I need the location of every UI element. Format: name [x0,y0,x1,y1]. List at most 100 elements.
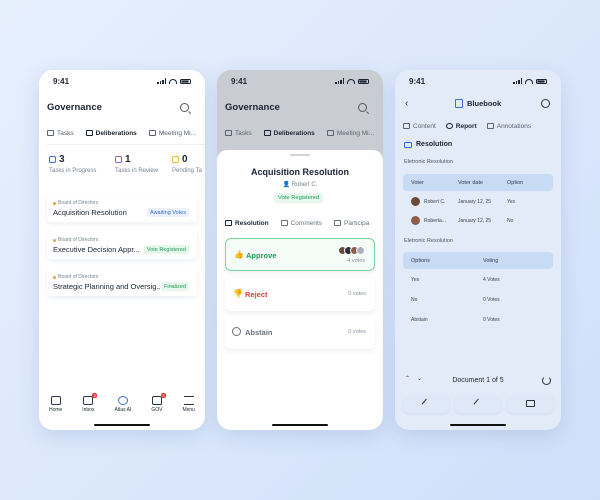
status-bar: 9:41 [217,70,383,92]
tab-participants[interactable]: Participa [334,216,369,230]
tab-report[interactable]: Report [445,119,477,135]
sheet-handle[interactable] [290,154,310,156]
nav-menu[interactable]: Menu [182,396,195,418]
status-bar: 9:41 [395,70,561,92]
stat-in-progress[interactable]: 3 Tasks in Progress [49,154,96,174]
tasks-icon [47,130,54,136]
status-badge: Awaiting Votes [147,208,189,217]
avatar [411,197,420,206]
wifi-icon [525,78,533,84]
nav-gov[interactable]: 3 GOV [151,393,166,418]
nav-inbox[interactable]: 2 Inbox [82,393,98,418]
stat-pending[interactable]: 0 Pending Ta [172,154,205,174]
comment-icon [525,400,535,407]
tab-content[interactable]: Content [403,119,436,133]
highlight-button[interactable] [455,396,501,413]
vote-option-approve[interactable]: 👍 Approve 4 votes [225,238,375,271]
participants-icon [334,220,342,226]
tab-tasks[interactable]: Tasks [47,126,74,140]
history-icon[interactable] [541,99,550,108]
inbox-icon: 2 [83,393,98,405]
tab-annotations[interactable]: Annotations [486,119,531,133]
highlighter-icon [473,398,483,409]
mail-icon [404,141,412,148]
section-title: Resolution [416,141,453,148]
wifi-icon [347,78,355,84]
comment-button[interactable] [507,396,553,413]
edit-button[interactable] [403,396,449,413]
phone-bluebook-report: 9:41 ‹ Bluebook Content Report Annotatio… [395,70,561,430]
refresh-icon[interactable] [542,376,551,385]
menu-icon [183,396,194,405]
org-dot-icon [53,238,56,242]
deliberation-card[interactable]: Board of Directors Acquisition Resolutio… [47,194,197,222]
ai-icon [117,396,128,405]
avatar [411,216,420,225]
tab-bar: Content Report Annotations [403,119,561,135]
clock-icon [445,123,453,129]
tab-bar: Tasks Deliberations Meeting Mi... [225,126,383,142]
table-row: Abstain 0 Votes [411,317,500,323]
pencil-icon [421,398,431,409]
tab-deliberations[interactable]: Deliberations [263,126,316,142]
thumbs-down-icon: 👎 [233,289,243,298]
tab-resolution[interactable]: Resolution [225,216,269,230]
card-title: Acquisition Resolution [53,208,127,217]
stat-in-review[interactable]: 1 Tasks in Review [115,154,158,174]
status-time: 9:41 [231,76,248,86]
tab-meeting-minutes[interactable]: Meeting Mi... [326,126,374,140]
search-icon[interactable] [358,103,367,112]
battery-icon [358,78,369,84]
status-badge: Finalized [160,282,189,291]
card-title: Executive Decision Appr... [53,245,140,254]
sheet-tab-bar: Resolution Comments Participa [225,216,383,230]
wifi-icon [169,78,177,84]
nav-atlas-ai[interactable]: Atlas AI [114,396,131,418]
tab-meeting-minutes[interactable]: Meeting Mi... [148,126,196,140]
avatar [356,246,365,255]
vote-count: 4 votes [347,258,365,264]
tasks-icon [225,130,232,136]
vote-status-pill: Vote Registered [274,193,324,203]
resolution-icon [225,220,232,226]
pending-icon [172,156,179,163]
deliberations-icon [85,130,93,136]
thumbs-up-icon: 👍 [234,250,244,259]
battery-icon [536,78,547,84]
review-icon [115,156,122,163]
minutes-icon [148,130,156,136]
deliberation-card[interactable]: Board of Directors Strategic Planning an… [47,268,197,296]
voter-avatars [338,246,365,255]
vote-count: 0 votes [348,291,366,297]
subsection-label: Eletronic Resolution [404,159,453,165]
signal-icon [157,78,166,84]
vote-option-reject[interactable]: 👎 Reject 0 votes [225,278,375,311]
nav-home[interactable]: Home [49,396,62,418]
tab-comments[interactable]: Comments [280,216,322,230]
progress-icon [49,156,56,163]
comments-icon [280,220,288,226]
search-icon[interactable] [180,103,189,112]
home-indicator [272,423,328,426]
battery-icon [180,78,191,84]
minutes-icon [326,130,334,136]
page-title: Governance [47,102,102,113]
pen-icon [486,123,494,129]
deliberations-icon [263,130,271,136]
divider [47,144,205,145]
home-icon [50,396,61,405]
tab-bar: Tasks Deliberations Meeting Mi... [47,126,205,142]
table-row: Robert C. January 12, 25 Yes [403,193,553,210]
tab-deliberations[interactable]: Deliberations [85,126,138,142]
table-header: Options Voting [403,252,553,269]
table-row: No 0 Votes [411,297,500,303]
gov-icon: 3 [151,393,166,405]
inbox-count-badge: 2 [92,393,98,398]
back-chevron-icon[interactable]: ‹ [405,98,408,109]
vote-option-abstain[interactable]: Abstain 0 votes [225,316,375,349]
status-bar: 9:41 [39,70,205,92]
org-dot-icon [53,275,56,279]
tab-tasks[interactable]: Tasks [225,126,252,140]
subsection-label: Eletronic Resolution [404,238,453,244]
deliberation-card[interactable]: Board of Directors Executive Decision Ap… [47,231,197,259]
